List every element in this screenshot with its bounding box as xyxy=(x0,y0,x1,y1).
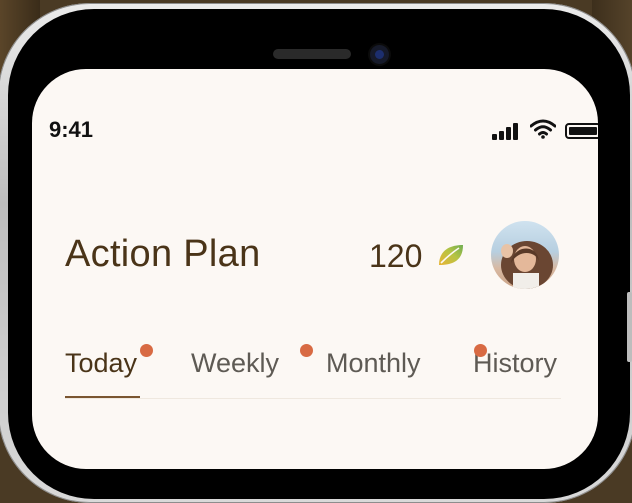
cellular-signal-icon xyxy=(492,122,522,140)
status-time: 9:41 xyxy=(49,117,94,142)
tab-divider xyxy=(65,398,561,399)
tab-today[interactable]: Today xyxy=(65,348,137,379)
leaf-icon xyxy=(439,245,463,265)
tab-weekly-notification-dot xyxy=(300,344,313,357)
active-tab-underline xyxy=(65,396,140,398)
tab-weekly[interactable]: Weekly xyxy=(191,348,279,379)
points-count: 120 xyxy=(369,238,423,274)
page-title: Action Plan xyxy=(65,233,261,275)
earpiece-speaker xyxy=(273,49,351,59)
side-button xyxy=(627,292,632,362)
app-screen: 9:41 Action Plan 120 Today Weekly Monthl… xyxy=(32,69,598,469)
tab-monthly[interactable]: Monthly xyxy=(326,348,421,379)
tab-history-notification-dot xyxy=(474,344,487,357)
avatar[interactable] xyxy=(491,221,559,289)
battery-icon xyxy=(565,123,598,139)
wifi-icon xyxy=(530,119,556,139)
tab-today-notification-dot xyxy=(140,344,153,357)
front-camera-icon xyxy=(370,45,389,64)
